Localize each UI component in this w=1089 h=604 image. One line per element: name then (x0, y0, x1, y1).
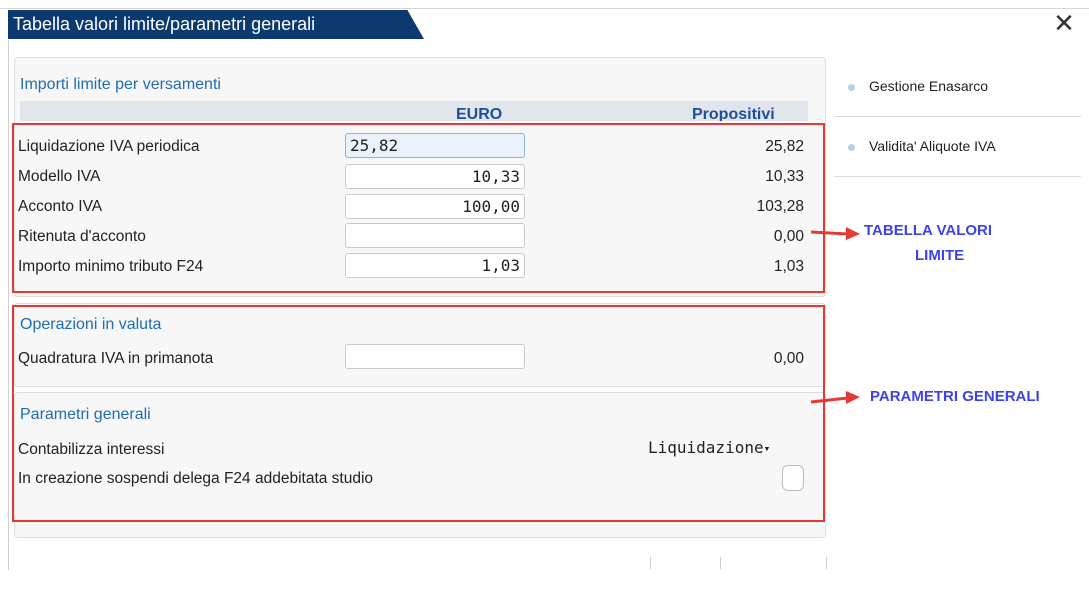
close-icon[interactable]: ✕ (1051, 10, 1077, 37)
arrow-icon (810, 227, 860, 240)
annotation-tabella-limite: LIMITE (915, 247, 965, 264)
divider (834, 116, 1081, 117)
arrow-icon (810, 391, 860, 404)
bullet-icon (848, 83, 855, 91)
divider (834, 176, 1081, 177)
window-title: Tabella valori limite/parametri generali (13, 14, 316, 34)
side-item-label: Validita' Aliquote IVA (869, 138, 996, 154)
top-border (0, 8, 1089, 9)
bottom-tick (720, 557, 721, 569)
side-item-label: Gestione Enasarco (869, 78, 989, 94)
bottom-tick (650, 557, 651, 569)
bottom-tick (826, 557, 827, 569)
columns-header (20, 101, 808, 121)
highlight-box-tabella (12, 123, 825, 293)
side-item-validita-aliquote-iva[interactable]: Validita' Aliquote IVA (848, 138, 996, 154)
importi-section-title: Importi limite per versamenti (20, 76, 221, 93)
window-left-border (8, 40, 9, 570)
annotation-parametri-generali: PARAMETRI GENERALI (870, 388, 1040, 405)
side-item-gestione-enasarco[interactable]: Gestione Enasarco (848, 78, 988, 94)
highlight-box-parametri (12, 305, 825, 522)
bullet-icon (848, 143, 855, 151)
annotation-tabella-valori: TABELLA VALORI (864, 222, 993, 239)
